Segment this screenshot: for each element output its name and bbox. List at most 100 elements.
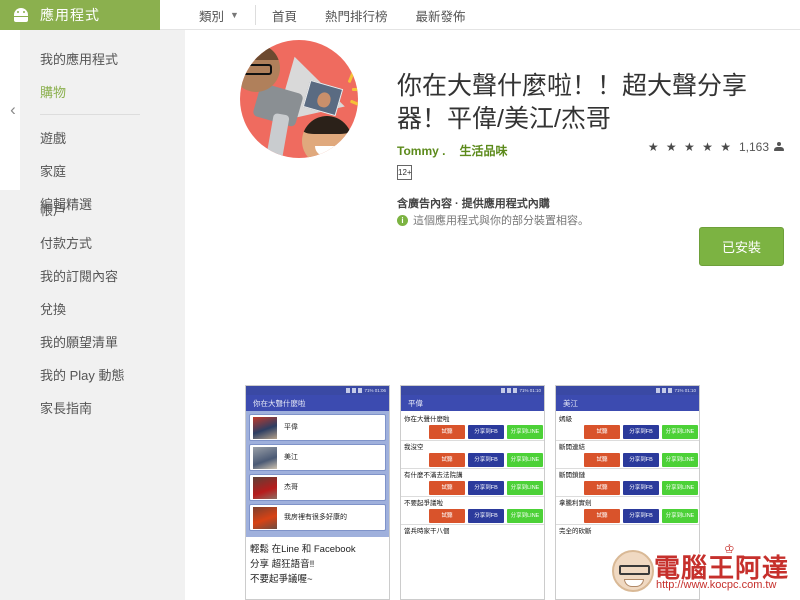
- share-line-button[interactable]: 分享到LINE: [507, 509, 543, 523]
- screenshot-row-list: 你在大聲什麼啦 試聽 分享到FB 分享到LINE 我沒空 試聽 分享到FB 分享…: [401, 411, 544, 537]
- sidebar-item-payment-methods[interactable]: 付款方式: [20, 226, 160, 259]
- share-line-button[interactable]: 分享到LINE: [507, 481, 543, 495]
- share-line-button[interactable]: 分享到LINE: [662, 453, 698, 467]
- sidebar-item-account[interactable]: 帳戶: [20, 193, 160, 226]
- status-bar-text: 71% 01:10: [519, 388, 541, 393]
- sidebar-item-parent-guide[interactable]: 家長指南: [20, 391, 160, 424]
- preview-button[interactable]: 試聽: [429, 481, 465, 495]
- preview-button[interactable]: 試聽: [584, 481, 620, 495]
- nav-link-new-releases[interactable]: 最新發佈: [401, 6, 479, 25]
- share-line-button[interactable]: 分享到LINE: [662, 509, 698, 523]
- share-fb-button[interactable]: 分享到FB: [623, 453, 659, 467]
- sidebar-item-family[interactable]: 家庭: [20, 154, 160, 187]
- list-item-label: 美江: [284, 454, 298, 461]
- share-fb-button[interactable]: 分享到FB: [468, 509, 504, 523]
- rating-count: 1,163: [738, 140, 769, 154]
- sound-row-buttons: 試聽 分享到FB 分享到LINE: [401, 453, 544, 467]
- screenshot-thumbnail[interactable]: 71% 01:06 你在大聲什麼啦 平偉 美江 杰哥 我房裡有很多好康的 輕鬆 …: [245, 385, 390, 600]
- list-item: 美江: [249, 444, 386, 471]
- sound-row: 你在大聲什麼啦 試聽 分享到FB 分享到LINE: [401, 413, 544, 439]
- sidebar-collapse-chevron-icon[interactable]: ‹: [6, 100, 20, 120]
- screenshot-thumbnail[interactable]: 71% 01:10 平偉 你在大聲什麼啦 試聽 分享到FB 分享到LINE 我沒…: [400, 385, 545, 600]
- compatibility-note-row: i 這個應用程式與你的部分裝置相容。: [397, 212, 589, 228]
- screenshot-row-list: 嫣級 試聽 分享到FB 分享到LINE 斷開連結 試聽 分享到FB 分享到LIN…: [556, 411, 699, 537]
- sound-row-label: 拿騰利實劍: [559, 500, 592, 507]
- sidebar-item-redeem[interactable]: 兌換: [20, 292, 160, 325]
- developer-name-link[interactable]: Tommy .: [397, 144, 445, 158]
- android-robot-icon: [12, 8, 30, 22]
- share-fb-button[interactable]: 分享到FB: [623, 481, 659, 495]
- phone-status-bar: 71% 01:06: [246, 386, 389, 395]
- screenshot-app-header: 美江: [556, 395, 699, 411]
- share-line-button[interactable]: 分享到LINE: [662, 481, 698, 495]
- sound-row-label: 斷開鎖鏈: [559, 472, 585, 479]
- developer-row: Tommy . 生活品味: [397, 142, 507, 159]
- install-button[interactable]: 已安裝: [698, 227, 784, 266]
- caption-line: 輕鬆 在Line 和 Facebook: [250, 544, 356, 555]
- sidebar-item-play-activity[interactable]: 我的 Play 動態: [20, 358, 160, 391]
- sound-row: 嫣級 試聽 分享到FB 分享到LINE: [556, 413, 699, 439]
- rating-summary[interactable]: ★ ★ ★ ★ ★ 1,163: [648, 140, 784, 154]
- sidebar-item-my-apps[interactable]: 我的應用程式: [20, 42, 160, 75]
- nav-link-home[interactable]: 首頁: [258, 6, 311, 25]
- sound-row-label: 完全的砍斷: [559, 528, 592, 535]
- sound-row-buttons: 試聽 分享到FB 分享到LINE: [556, 425, 699, 439]
- sound-row-label: 有什麼不滿去法院講: [404, 472, 463, 479]
- ads-and-iap-note: 含廣告內容 · 提供應用程式內購: [397, 198, 550, 210]
- share-fb-button[interactable]: 分享到FB: [468, 453, 504, 467]
- google-play-app-page: 應用程式 類別 ▼ 首頁 熱門排行榜 最新發佈 ‹ 我的應用程式 購物 遊戲 家…: [0, 0, 800, 600]
- sound-row: 斷開連結 試聽 分享到FB 分享到LINE: [556, 441, 699, 467]
- sound-row-buttons: 試聽 分享到FB 分享到LINE: [401, 481, 544, 495]
- screenshot-list: 平偉 美江 杰哥 我房裡有很多好康的: [246, 411, 389, 537]
- screenshot-caption: 輕鬆 在Line 和 Facebook 分享 超狂語音‼ 不要起爭議喔~: [246, 537, 389, 587]
- sidebar-item-shop[interactable]: 購物: [20, 75, 160, 108]
- preview-button[interactable]: 試聽: [429, 509, 465, 523]
- sound-row: 不要起爭議啦 試聽 分享到FB 分享到LINE: [401, 497, 544, 523]
- face-photo-top-left: [240, 44, 280, 92]
- sidebar: ‹ 我的應用程式 購物 遊戲 家庭 編輯精選 帳戶 付款方式 我的訂閱內容 兌換…: [0, 30, 185, 600]
- preview-button[interactable]: 試聽: [584, 425, 620, 439]
- compatibility-note: 這個應用程式與你的部分裝置相容。: [413, 215, 589, 227]
- sidebar-item-my-subscriptions[interactable]: 我的訂閱內容: [20, 259, 160, 292]
- preview-button[interactable]: 試聽: [429, 453, 465, 467]
- phone-status-bar: 71% 01:10: [556, 386, 699, 395]
- preview-button[interactable]: 試聽: [584, 509, 620, 523]
- share-fb-button[interactable]: 分享到FB: [468, 481, 504, 495]
- sound-row: 完全的砍斷: [556, 525, 699, 537]
- site-watermark: ♔ 電腦王阿達 http://www.kocpc.com.tw: [606, 538, 796, 596]
- content-rating-badge[interactable]: 12+: [397, 165, 412, 180]
- nav-link-top-charts[interactable]: 熱門排行榜: [311, 6, 402, 25]
- list-item: 平偉: [249, 414, 386, 441]
- top-bar: 應用程式 類別 ▼ 首頁 熱門排行榜 最新發佈: [0, 0, 800, 30]
- share-fb-button[interactable]: 分享到FB: [623, 425, 659, 439]
- share-fb-button[interactable]: 分享到FB: [468, 425, 504, 439]
- sidebar-item-wishlist[interactable]: 我的願望清單: [20, 325, 160, 358]
- share-line-button[interactable]: 分享到LINE: [662, 425, 698, 439]
- sound-row-buttons: 試聽 分享到FB 分享到LINE: [556, 481, 699, 495]
- caption-line: 分享 超狂語音‼: [250, 559, 315, 570]
- face-photo-bottom-right: [302, 116, 352, 158]
- sound-row-buttons: 試聽 分享到FB 分享到LINE: [556, 509, 699, 523]
- sidebar-account-group: 帳戶 付款方式 我的訂閱內容 兌換 我的願望清單 我的 Play 動態 家長指南: [20, 193, 160, 424]
- sound-row-buttons: 試聽 分享到FB 分享到LINE: [401, 425, 544, 439]
- nav-category-dropdown[interactable]: 類別 ▼: [185, 6, 253, 25]
- sound-row-label: 嫣級: [559, 416, 572, 423]
- screenshot-app-header: 你在大聲什麼啦: [246, 395, 389, 411]
- share-line-button[interactable]: 分享到LINE: [507, 425, 543, 439]
- list-item: 我房裡有很多好康的: [249, 504, 386, 531]
- preview-button[interactable]: 試聽: [429, 425, 465, 439]
- sound-row-label: 斷開連結: [559, 444, 585, 451]
- sidebar-item-games[interactable]: 遊戲: [20, 121, 160, 154]
- preview-button[interactable]: 試聽: [584, 453, 620, 467]
- star-rating-icon: ★ ★ ★ ★ ★: [647, 140, 733, 154]
- app-category-link[interactable]: 生活品味: [459, 142, 507, 159]
- sound-row: 斷開鎖鏈 試聽 分享到FB 分享到LINE: [556, 469, 699, 495]
- share-line-button[interactable]: 分享到LINE: [507, 453, 543, 467]
- sound-row: 我沒空 試聽 分享到FB 分享到LINE: [401, 441, 544, 467]
- megaphone-app-icon: [240, 40, 358, 158]
- info-icon: i: [397, 214, 408, 226]
- screenshot-app-header: 平偉: [401, 395, 544, 411]
- share-fb-button[interactable]: 分享到FB: [623, 509, 659, 523]
- brand-home-link[interactable]: 應用程式: [0, 0, 160, 30]
- brand-label: 應用程式: [40, 7, 100, 23]
